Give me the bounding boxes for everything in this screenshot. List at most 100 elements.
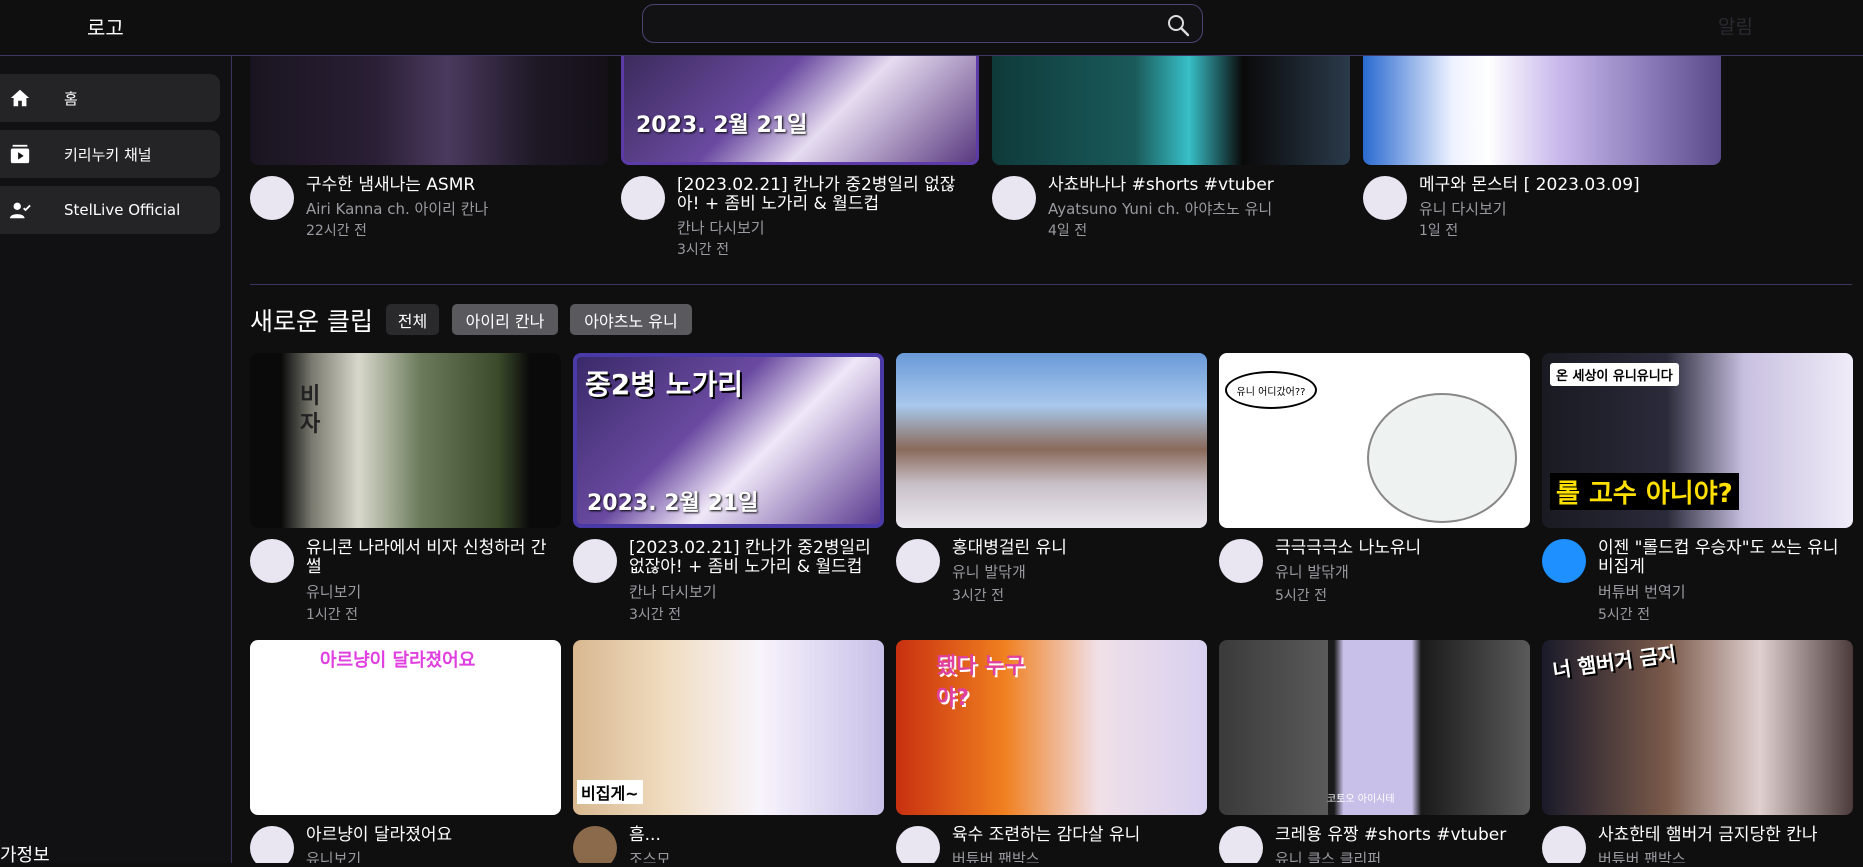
channel-avatar[interactable] — [250, 826, 294, 863]
video-thumbnail[interactable]: 2023. 2월 21일 — [621, 56, 979, 165]
clip-title[interactable]: 아르냥이 달라졌어요 — [306, 826, 556, 845]
clip-title[interactable]: 유니콘 나라에서 비자 신청하러 간 썰 — [306, 539, 556, 577]
clip-thumbnail[interactable]: 코토오 아이시테 — [1219, 640, 1530, 815]
channel-name[interactable]: 버튜버 번역기 — [1598, 581, 1686, 602]
clip-time: 5시간 전 — [1598, 607, 1650, 623]
channel-avatar[interactable] — [1542, 826, 1586, 863]
video-time: 3시간 전 — [677, 242, 729, 258]
clip-title[interactable]: 이젠 "롤드컵 우승자"도 쓰는 유니 비집게 — [1598, 539, 1853, 577]
thumbnail-date: 2023. 2월 21일 — [587, 491, 759, 516]
channel-avatar[interactable] — [1219, 539, 1263, 583]
channel-avatar[interactable] — [250, 176, 294, 220]
clip-title[interactable]: 극극극극소 나노유니 — [1275, 539, 1525, 558]
channel-avatar[interactable] — [896, 539, 940, 583]
channel-avatar[interactable] — [1542, 539, 1586, 583]
alarm-button[interactable]: 알림 — [1718, 12, 1753, 39]
clip-thumbnail[interactable]: 중2병 노가리 2023. 2월 21일 — [573, 353, 884, 528]
thumbnail-date: 2023. 2월 21일 — [636, 113, 808, 138]
video-thumbnail[interactable] — [250, 56, 608, 165]
thumbnail-text: 됐다 누구야? — [936, 654, 1025, 711]
thumbnail-text: 롤 고수 아니야? — [1550, 473, 1739, 510]
clip-title[interactable]: [2023.02.21] 칸나가 중2병일리 없잖아! + 좀비 노가리 & 월… — [629, 539, 879, 577]
channel-name[interactable]: 버튜버 팬박스 — [1598, 848, 1686, 863]
clip-thumbnail[interactable]: 유니 어디갔어?? — [1219, 353, 1530, 528]
channel-name[interactable]: 유니 발닦개 — [1275, 561, 1349, 582]
filter-chip-all[interactable]: 전체 — [386, 304, 439, 335]
channel-name[interactable]: 유니 발닦개 — [952, 561, 1026, 582]
clip-thumbnail[interactable] — [896, 353, 1207, 528]
sidebar-item-label: 홈 — [64, 89, 78, 108]
channel-avatar[interactable] — [573, 539, 617, 583]
video-thumbnail[interactable] — [1363, 56, 1721, 165]
thumbnail-text: 비집게~ — [577, 780, 643, 804]
main-content: 2023. 2월 21일 구수한 냄새나는 ASMR Airi Kanna ch… — [232, 56, 1863, 863]
sidebar-item-label: StelLive Official — [64, 201, 181, 219]
clip-thumbnail[interactable]: 너 햄버거 금지 — [1542, 640, 1853, 815]
channel-name[interactable]: 유니보기 — [306, 848, 361, 863]
search-input[interactable] — [642, 4, 1203, 43]
top-bar: 로고 알림 — [0, 0, 1863, 56]
clip-thumbnail[interactable]: 비자 — [250, 353, 561, 528]
home-icon — [10, 89, 30, 107]
video-title[interactable]: 구수한 냄새나는 ASMR — [306, 176, 596, 195]
video-time: 4일 전 — [1048, 223, 1088, 239]
channel-avatar[interactable] — [1219, 826, 1263, 863]
channel-name[interactable]: 칸나 다시보기 — [677, 217, 765, 238]
filter-chip-airi[interactable]: 아이리 칸나 — [452, 304, 558, 335]
clip-title[interactable]: 홍대병걸린 유니 — [952, 539, 1202, 558]
clip-thumbnail[interactable]: 아르냥이 달라졌어요 — [250, 640, 561, 815]
clip-time: 3시간 전 — [629, 607, 681, 623]
clip-title[interactable]: 사쵸한테 햄버거 금지당한 칸나 — [1598, 826, 1853, 845]
channel-name[interactable]: 유니 클스 클리퍼 — [1275, 848, 1381, 863]
search-icon[interactable] — [1166, 13, 1190, 37]
clip-thumbnail[interactable]: 됐다 누구야? — [896, 640, 1207, 815]
clip-time: 5시간 전 — [1275, 588, 1327, 604]
clip-time: 3시간 전 — [952, 588, 1004, 604]
thumbnail-text: 비자 — [300, 384, 321, 437]
video-title[interactable]: [2023.02.21] 칸나가 중2병일리 없잖아! + 좀비 노가리 & 월… — [677, 176, 977, 214]
channel-name[interactable]: 칸나 다시보기 — [629, 581, 717, 602]
thumbnail-text: 유니 어디갔어?? — [1225, 371, 1317, 409]
sidebar-item-kirinuki[interactable]: 키리누키 채널 — [0, 130, 220, 178]
thumbnail-text: 중2병 노가리 — [585, 368, 744, 401]
video-time: 22시간 전 — [306, 223, 367, 239]
channel-avatar[interactable] — [992, 176, 1036, 220]
channel-name[interactable]: Airi Kanna ch. 아이리 칸나 — [306, 198, 488, 219]
thumbnail-caption: 온 세상이 유니유니다 — [1550, 363, 1679, 386]
magnifier-shape — [1367, 393, 1517, 523]
channel-avatar[interactable] — [621, 176, 665, 220]
sidebar-item-home[interactable]: 홈 — [0, 74, 220, 122]
channel-avatar[interactable] — [573, 826, 617, 863]
channel-name[interactable]: 조스모 — [629, 848, 670, 863]
channel-avatar[interactable] — [1363, 176, 1407, 220]
filter-chip-yuni[interactable]: 아야츠노 유니 — [570, 304, 692, 335]
user-check-icon — [9, 202, 31, 219]
section-divider — [250, 284, 1852, 285]
channel-name[interactable]: 유니 다시보기 — [1419, 198, 1507, 219]
clip-thumbnail[interactable]: 온 세상이 유니유니다 롤 고수 아니야? — [1542, 353, 1853, 528]
clip-title[interactable]: 육수 조련하는 감다살 유니 — [952, 826, 1202, 845]
video-title[interactable]: 사쵸바나나 #shorts #vtuber — [1048, 176, 1348, 195]
thumbnail-text: 너 햄버거 금지 — [1551, 641, 1678, 683]
logo[interactable]: 로고 — [87, 12, 124, 41]
channel-name[interactable]: Ayatsuno Yuni ch. 아야츠노 유니 — [1048, 198, 1272, 219]
channel-avatar[interactable] — [250, 539, 294, 583]
clip-title[interactable]: 흠... — [629, 826, 879, 845]
channel-name[interactable]: 버튜버 팬박스 — [952, 848, 1040, 863]
section-title: 새로운 클립 — [250, 307, 373, 336]
sidebar-item-stellive[interactable]: StelLive Official — [0, 186, 220, 234]
subscriptions-icon — [10, 144, 30, 164]
video-title[interactable]: 메구와 몬스터 [ 2023.03.09] — [1419, 176, 1719, 195]
sidebar-item-label: 키리누키 채널 — [64, 145, 152, 164]
thumbnail-text: 아르냥이 달라졌어요 — [320, 650, 476, 671]
channel-avatar[interactable] — [896, 826, 940, 863]
clip-time: 1시간 전 — [306, 607, 358, 623]
sidebar: 홈 키리누키 채널 StelLive Official 가정보 — [0, 56, 232, 866]
clip-title[interactable]: 크레용 유짱 #shorts #vtuber — [1275, 826, 1525, 845]
channel-name[interactable]: 유니보기 — [306, 581, 361, 602]
thumbnail-text: 코토오 아이시테 — [1327, 794, 1395, 805]
clip-thumbnail[interactable]: 비집게~ — [573, 640, 884, 815]
video-thumbnail[interactable] — [992, 56, 1350, 165]
sidebar-footer[interactable]: 가정보 — [0, 841, 50, 867]
video-time: 1일 전 — [1419, 223, 1459, 239]
